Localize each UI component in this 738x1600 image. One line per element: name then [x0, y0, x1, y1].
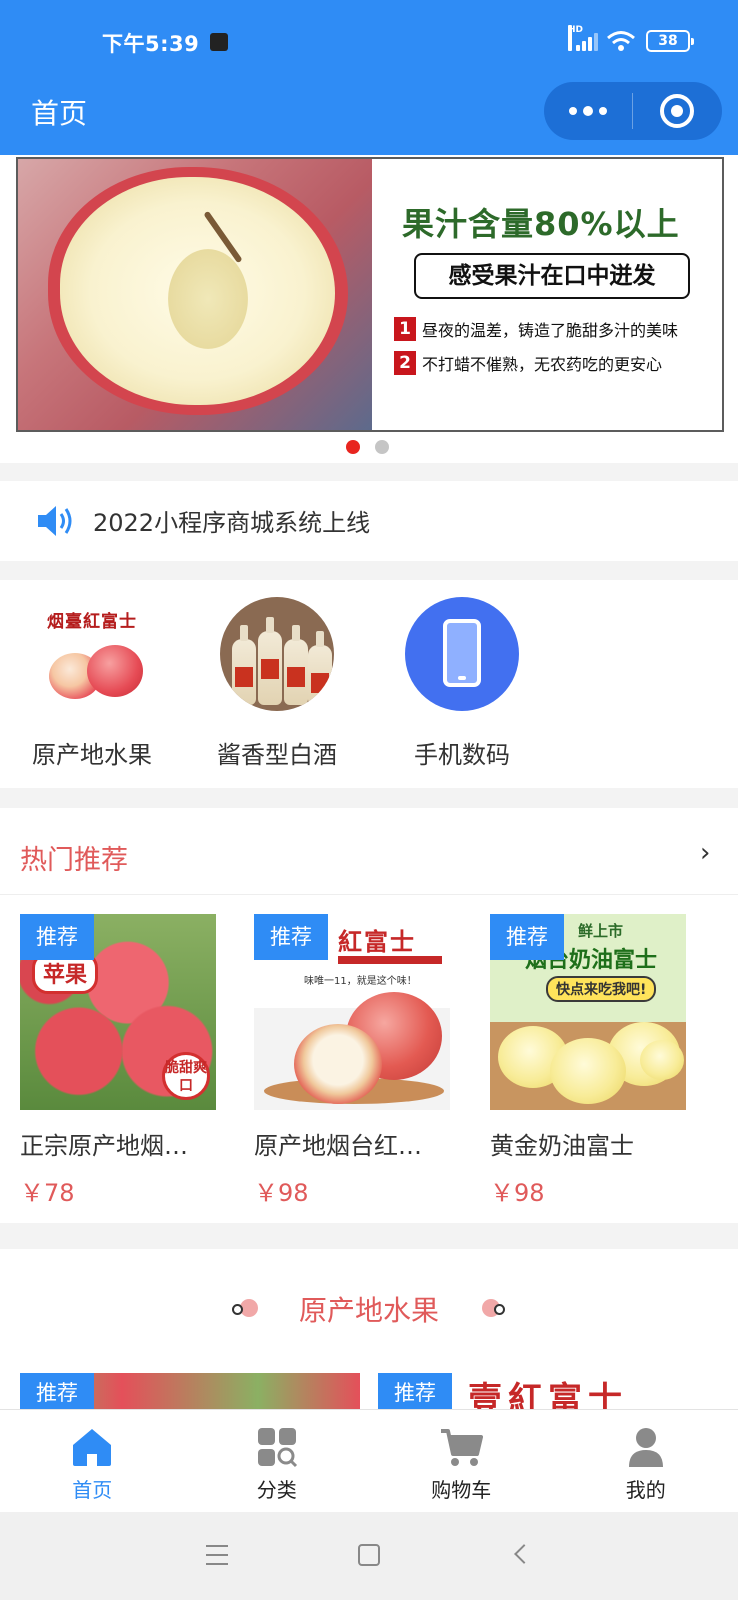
point-number: 2 — [394, 351, 416, 375]
apple-photo — [18, 159, 372, 430]
point-number: 1 — [394, 317, 416, 341]
banner-copy: 果汁含量80%以上 感受果汁在口中迸发 1 昼夜的温差，铸造了脆甜多汁的美味 2… — [372, 159, 722, 430]
banner-slide[interactable]: 果汁含量80%以上 感受果汁在口中迸发 1 昼夜的温差，铸造了脆甜多汁的美味 2… — [16, 157, 724, 432]
mini-program-capsule — [544, 82, 722, 140]
category-item-digital[interactable]: 手机数码 — [387, 597, 537, 770]
phone-icon — [443, 619, 481, 687]
product-card[interactable]: 推荐 紅富士 味唯一11，就是这个味！ 原产地烟台红… ￥98 — [254, 914, 450, 1208]
product-price: ￥98 — [490, 1179, 545, 1207]
image-title: 壹紅富士 — [468, 1380, 628, 1409]
wifi-icon — [607, 31, 635, 51]
banner-headline: 果汁含量80%以上 — [402, 205, 680, 243]
system-nav-bar — [0, 1512, 738, 1600]
image-subtitle: 味唯一11，就是这个味！ — [304, 976, 417, 987]
tab-label: 首页 — [72, 1478, 113, 1502]
product-name: 正宗原产地烟… — [20, 1132, 188, 1160]
menu-icon[interactable] — [206, 1545, 228, 1565]
category-icon — [257, 1428, 297, 1468]
top-bar: 下午5:39 HD 38 首页 — [0, 0, 738, 155]
phone-category-image — [405, 597, 519, 711]
battery-icon: 38 — [646, 30, 694, 52]
network-type: HD — [568, 25, 583, 51]
category-label: 手机数码 — [414, 741, 510, 769]
product-image: 推荐 紅富士 味唯一11，就是这个味！ — [254, 914, 450, 1110]
status-indicators: HD 38 — [568, 25, 694, 52]
recommend-tag: 推荐 — [20, 914, 94, 960]
product-price: ￥78 — [20, 1179, 75, 1207]
recommend-tag: 推荐 — [378, 1373, 452, 1409]
category-item-fruit[interactable]: 烟臺紅富士 原产地水果 — [17, 597, 167, 770]
point-text: 不打蜡不催熟，无农药吃的更安心 — [422, 355, 663, 374]
tab-label: 购物车 — [431, 1478, 492, 1502]
image-title: 紅富士 — [338, 928, 416, 956]
tab-label: 分类 — [256, 1478, 297, 1502]
recommend-tag: 推荐 — [490, 914, 564, 960]
back-icon[interactable] — [514, 1544, 534, 1564]
tab-profile[interactable]: 我的 — [554, 1410, 738, 1512]
signal-icon: HD — [568, 25, 598, 51]
user-icon — [628, 1428, 663, 1467]
banner-box-text: 感受果汁在口中迸发 — [414, 253, 690, 299]
carousel-indicators — [346, 440, 389, 454]
image-badge: 脆甜爽口 — [162, 1052, 210, 1100]
cart-icon — [441, 1429, 484, 1466]
point-text: 昼夜的温差，铸造了脆甜多汁的美味 — [422, 321, 679, 340]
category-label: 原产地水果 — [32, 741, 152, 769]
notice-text: 2022小程序商城系统上线 — [93, 509, 371, 537]
home-square-icon[interactable] — [358, 1544, 380, 1566]
page-title: 首页 — [31, 97, 88, 130]
recommend-tag: 推荐 — [20, 1373, 94, 1409]
product-card[interactable]: 推荐 壹紅富士 — [378, 1373, 718, 1409]
tab-category[interactable]: 分类 — [185, 1410, 370, 1512]
target-icon — [660, 94, 694, 128]
notice-bar[interactable]: 2022小程序商城系统上线 — [0, 481, 738, 561]
bottom-tab-bar: 首页 分类 购物车 我的 — [0, 1409, 738, 1512]
divider — [0, 894, 738, 895]
product-card[interactable]: 推荐 — [20, 1373, 360, 1409]
status-time: 下午5:39 — [102, 32, 200, 56]
speaker-icon — [38, 506, 72, 536]
product-image: 推荐 鲜上市 烟台奶油富士 快点来吃我吧! — [490, 914, 686, 1110]
product-name: 黄金奶油富士 — [490, 1132, 634, 1160]
tab-home[interactable]: 首页 — [0, 1410, 185, 1512]
product-image: 推荐 苹果 脆甜爽口 — [20, 914, 216, 1110]
product-card[interactable]: 推荐 鲜上市 烟台奶油富士 快点来吃我吧! 黄金奶油富士 ￥98 — [490, 914, 686, 1208]
recommend-tag: 推荐 — [254, 914, 328, 960]
category-grid: 烟臺紅富士 原产地水果 酱香型白酒 手机数码 — [0, 580, 738, 788]
product-price: ￥98 — [254, 1179, 309, 1207]
origin-fruit-section: 原产地水果 推荐 推荐 壹紅富士 — [0, 1249, 738, 1409]
decor-dots-icon — [482, 1299, 508, 1317]
carousel-dot[interactable] — [375, 440, 389, 454]
tab-label: 我的 — [625, 1478, 666, 1502]
notification-app-icon — [210, 33, 228, 51]
close-mini-program-button[interactable] — [633, 82, 721, 140]
liquor-category-image — [220, 597, 334, 711]
banner-section: 果汁含量80%以上 感受果汁在口中迸发 1 昼夜的温差，铸造了脆甜多汁的美味 2… — [0, 155, 738, 463]
product-card[interactable]: 推荐 苹果 脆甜爽口 正宗原产地烟… ￥78 — [20, 914, 216, 1208]
image-top-text: 鲜上市 — [578, 922, 624, 940]
banner-point-2: 2 不打蜡不催熟，无农药吃的更安心 — [394, 351, 662, 375]
chevron-right-icon[interactable]: › — [700, 838, 710, 868]
banner-point-1: 1 昼夜的温差，铸造了脆甜多汁的美味 — [394, 317, 678, 341]
category-label: 酱香型白酒 — [217, 741, 337, 769]
home-icon — [73, 1429, 112, 1466]
category-item-liquor[interactable]: 酱香型白酒 — [202, 597, 352, 770]
image-pill: 快点来吃我吧! — [546, 976, 657, 1002]
section-title: 热门推荐 — [20, 845, 128, 876]
more-options-button[interactable] — [544, 82, 632, 140]
carousel-dot-active[interactable] — [346, 440, 360, 454]
section-title: 原产地水果 — [298, 1294, 439, 1327]
fruit-category-image: 烟臺紅富士 — [35, 597, 149, 711]
tab-cart[interactable]: 购物车 — [369, 1410, 554, 1512]
hot-recommend-section: 热门推荐 › 推荐 苹果 脆甜爽口 正宗原产地烟… ￥78 推荐 紅富士 味唯一… — [0, 808, 738, 1223]
product-name: 原产地烟台红… — [254, 1132, 422, 1160]
